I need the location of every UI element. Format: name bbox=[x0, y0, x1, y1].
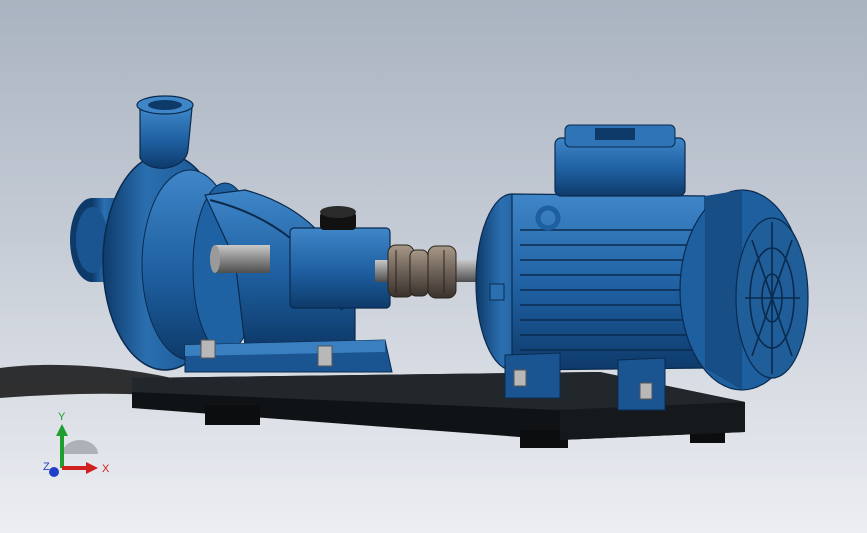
electric-motor bbox=[475, 124, 809, 411]
pump-assembly-model[interactable] bbox=[0, 0, 867, 533]
shaft-coupling bbox=[387, 244, 457, 299]
x-axis-label: X bbox=[102, 463, 110, 475]
graphics-viewport[interactable]: Y X Z bbox=[0, 0, 867, 533]
z-axis-label: Z bbox=[43, 461, 50, 473]
coordinate-triad[interactable]: Y X Z bbox=[40, 410, 120, 480]
y-axis-label: Y bbox=[58, 411, 66, 423]
